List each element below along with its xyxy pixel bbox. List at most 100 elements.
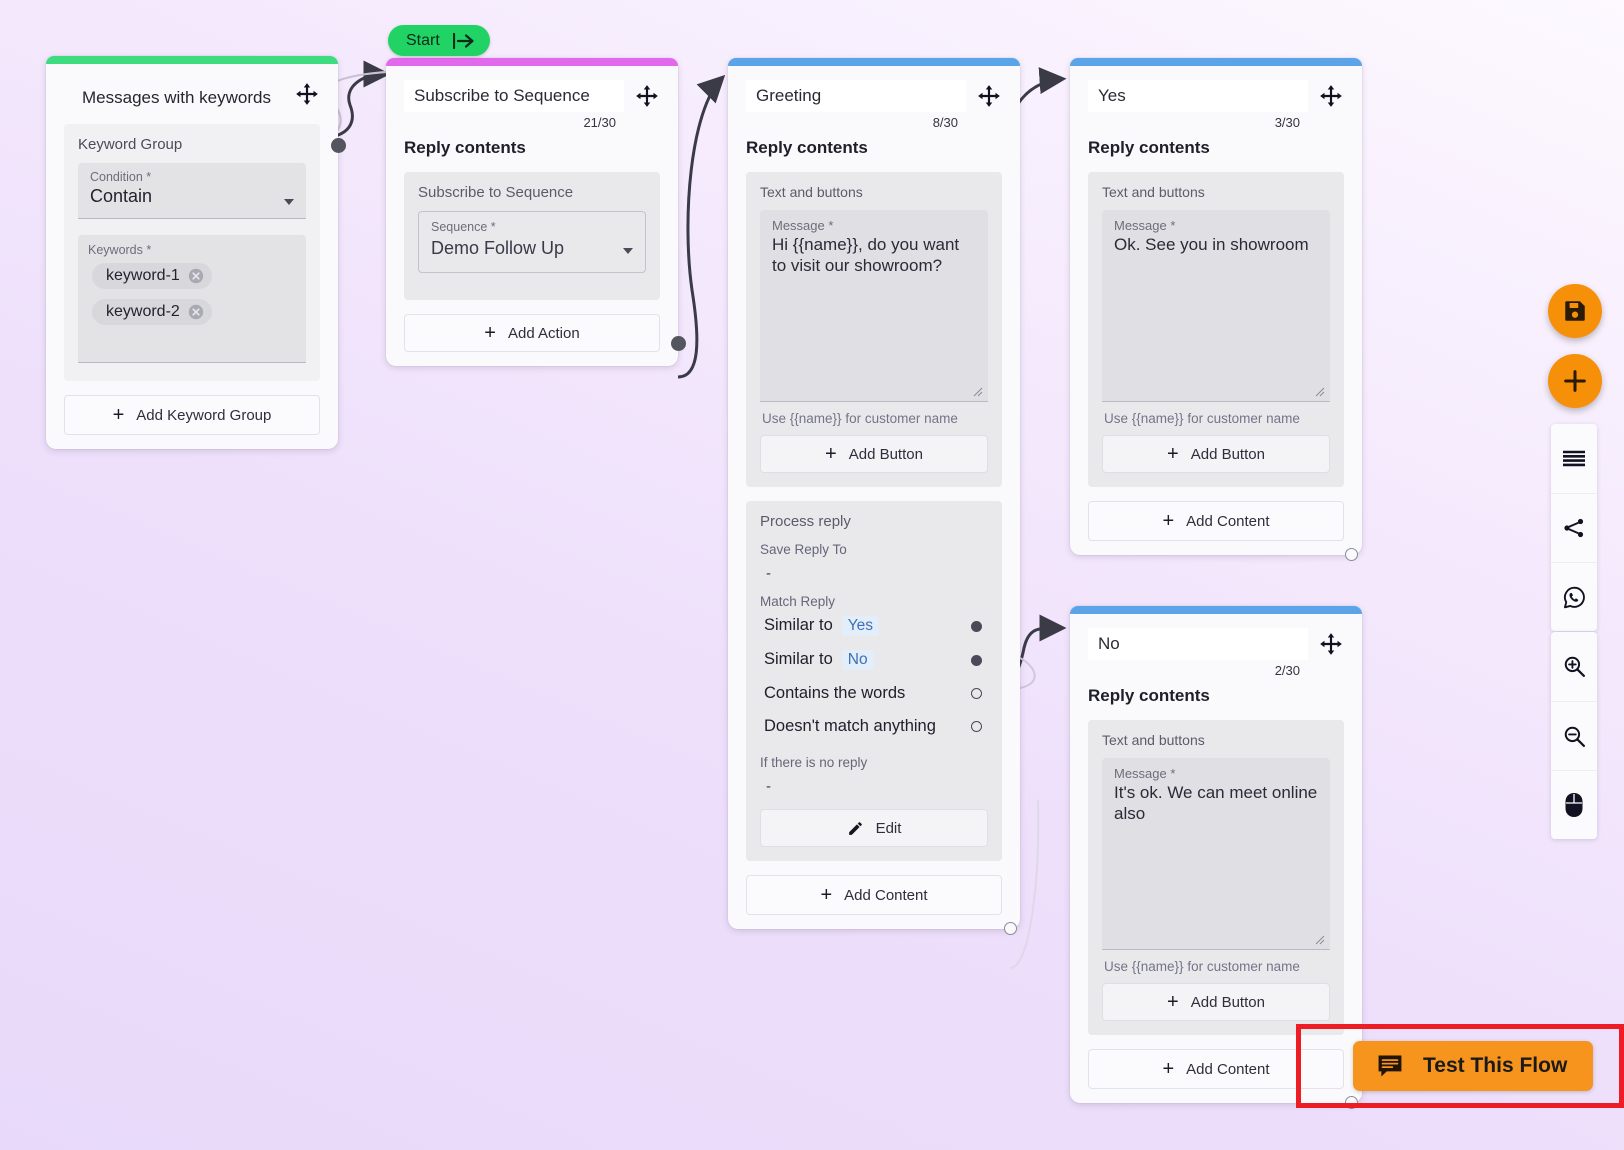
message-textarea[interactable]: Message * Hi {{name}}, do you want to vi…	[760, 210, 988, 402]
sequence-panel-label: Subscribe to Sequence	[418, 184, 574, 201]
message-hint: Use {{name}} for customer name	[1104, 411, 1300, 426]
condition-select[interactable]: Condition * Contain	[78, 163, 306, 219]
section-title: Reply contents	[1088, 686, 1210, 705]
mouse-icon	[1565, 793, 1583, 817]
add-keyword-group-button[interactable]: + Add Keyword Group	[64, 395, 320, 435]
text-and-buttons-panel: Text and buttons Message * It's ok. We c…	[1088, 720, 1344, 1035]
sequence-select[interactable]: Sequence * Demo Follow Up	[418, 211, 646, 273]
add-button-button[interactable]: + Add Button	[760, 435, 988, 473]
menu-button[interactable]	[1551, 424, 1597, 493]
card-title-input[interactable]	[746, 80, 966, 112]
zoom-in-button[interactable]	[1551, 632, 1597, 701]
title-char-count: 8/30	[932, 115, 958, 130]
test-this-flow-label: Test This Flow	[1423, 1054, 1568, 1077]
add-content-button[interactable]: + Add Content	[1088, 501, 1344, 541]
card-title-input[interactable]	[404, 80, 624, 112]
add-content-label: Add Content	[1186, 512, 1270, 530]
card-accent-bar	[46, 56, 338, 64]
sequence-field-label: Sequence *	[431, 220, 496, 234]
card-messages-with-keywords[interactable]: Messages with keywords Keyword Group Con…	[46, 56, 346, 449]
test-this-flow-button[interactable]: Test This Flow	[1353, 1041, 1594, 1091]
panel-label: Text and buttons	[760, 184, 863, 200]
panel-label: Text and buttons	[1102, 732, 1205, 748]
pencil-icon	[848, 821, 862, 835]
card-title-input[interactable]	[1088, 80, 1308, 112]
message-textarea[interactable]: Message * Ok. See you in showroom	[1102, 210, 1330, 402]
move-handle-icon[interactable]	[976, 83, 1002, 109]
card-accent-bar	[1070, 606, 1362, 614]
add-button-button[interactable]: + Add Button	[1102, 983, 1330, 1021]
plus-icon: +	[825, 443, 837, 465]
start-arrow-icon	[452, 32, 474, 49]
match-rule-connector[interactable]	[971, 654, 982, 666]
match-rule-text: Similar to	[764, 616, 833, 634]
card-accent-bar	[728, 58, 1020, 66]
match-rule-row[interactable]: Similar to No	[760, 643, 988, 677]
title-char-count: 21/30	[583, 115, 616, 130]
resize-handle-icon[interactable]	[971, 385, 983, 397]
add-node-button[interactable]	[1548, 354, 1602, 408]
plus-icon: +	[1162, 1058, 1175, 1080]
plus-icon	[1564, 370, 1586, 392]
chat-bubble-icon	[1378, 1055, 1402, 1077]
chevron-down-icon[interactable]	[623, 248, 633, 254]
bottom-connector[interactable]	[1004, 922, 1017, 935]
whatsapp-icon	[1563, 586, 1585, 608]
match-rule-text: Similar to	[764, 650, 833, 668]
move-handle-icon[interactable]	[1318, 83, 1344, 109]
message-label: Message *	[772, 218, 834, 233]
resize-handle-icon[interactable]	[1313, 933, 1325, 945]
move-handle-icon[interactable]	[1318, 631, 1344, 657]
save-flow-button[interactable]	[1548, 284, 1602, 338]
add-button-button[interactable]: + Add Button	[1102, 435, 1330, 473]
move-handle-icon[interactable]	[634, 83, 660, 109]
plus-icon: +	[1162, 510, 1175, 532]
match-reply-label: Match Reply	[760, 594, 836, 609]
match-rule-connector[interactable]	[971, 620, 982, 632]
match-rule-row[interactable]: Contains the words	[760, 677, 988, 710]
output-connector[interactable]	[671, 336, 686, 351]
plus-icon: +	[1167, 443, 1179, 465]
whatsapp-button[interactable]	[1551, 562, 1597, 631]
start-badge[interactable]: Start	[388, 25, 490, 56]
card-title-input[interactable]	[1088, 628, 1308, 660]
card-greeting[interactable]: 8/30 Reply contents Text and buttons Mes…	[728, 58, 1020, 935]
keywords-input[interactable]: Keywords * keyword-1 keyword-2	[78, 235, 306, 363]
remove-chip-icon[interactable]	[188, 304, 204, 320]
card-yes[interactable]: 3/30 Reply contents Text and buttons Mes…	[1070, 58, 1362, 561]
match-rule-row[interactable]: Doesn't match anything	[760, 710, 988, 743]
message-textarea[interactable]: Message * It's ok. We can meet online al…	[1102, 758, 1330, 950]
share-button[interactable]	[1551, 493, 1597, 562]
match-rule-row[interactable]: Similar to Yes	[760, 609, 988, 643]
edit-process-reply-button[interactable]: Edit	[760, 809, 988, 847]
remove-chip-icon[interactable]	[188, 268, 204, 284]
add-content-button[interactable]: + Add Content	[746, 875, 1002, 915]
bottom-connector[interactable]	[1345, 548, 1358, 561]
card-subscribe-to-sequence[interactable]: 21/30 Reply contents Subscribe to Sequen…	[386, 58, 686, 366]
title-char-count: 3/30	[1274, 115, 1300, 130]
section-title: Reply contents	[746, 138, 868, 157]
match-rule-text: Doesn't match anything	[764, 717, 936, 735]
no-reply-label: If there is no reply	[760, 755, 868, 770]
match-rule-connector[interactable]	[971, 721, 982, 732]
resize-handle-icon[interactable]	[1313, 385, 1325, 397]
view-tool-group	[1551, 424, 1597, 631]
move-handle-icon[interactable]	[294, 81, 320, 107]
add-action-button[interactable]: + Add Action	[404, 314, 660, 352]
card-title[interactable]: Messages with keywords	[64, 78, 271, 108]
chevron-down-icon[interactable]	[284, 199, 294, 205]
add-button-label: Add Button	[1190, 993, 1265, 1011]
text-and-buttons-panel: Text and buttons Message * Ok. See you i…	[1088, 172, 1344, 487]
keywords-label: Keywords *	[88, 243, 152, 257]
hamburger-menu-icon	[1563, 450, 1585, 466]
message-value: Hi {{name}}, do you want to visit our sh…	[772, 235, 960, 275]
keyword-chip[interactable]: keyword-1	[92, 263, 212, 289]
pan-mode-button[interactable]	[1551, 770, 1597, 839]
sequence-action-panel: Subscribe to Sequence Sequence * Demo Fo…	[404, 172, 660, 300]
match-rule-connector[interactable]	[971, 688, 982, 699]
zoom-out-button[interactable]	[1551, 701, 1597, 770]
output-connector[interactable]	[331, 138, 346, 153]
edit-label: Edit	[875, 819, 902, 837]
keyword-chip[interactable]: keyword-2	[92, 299, 212, 325]
panel-label: Text and buttons	[1102, 184, 1205, 200]
